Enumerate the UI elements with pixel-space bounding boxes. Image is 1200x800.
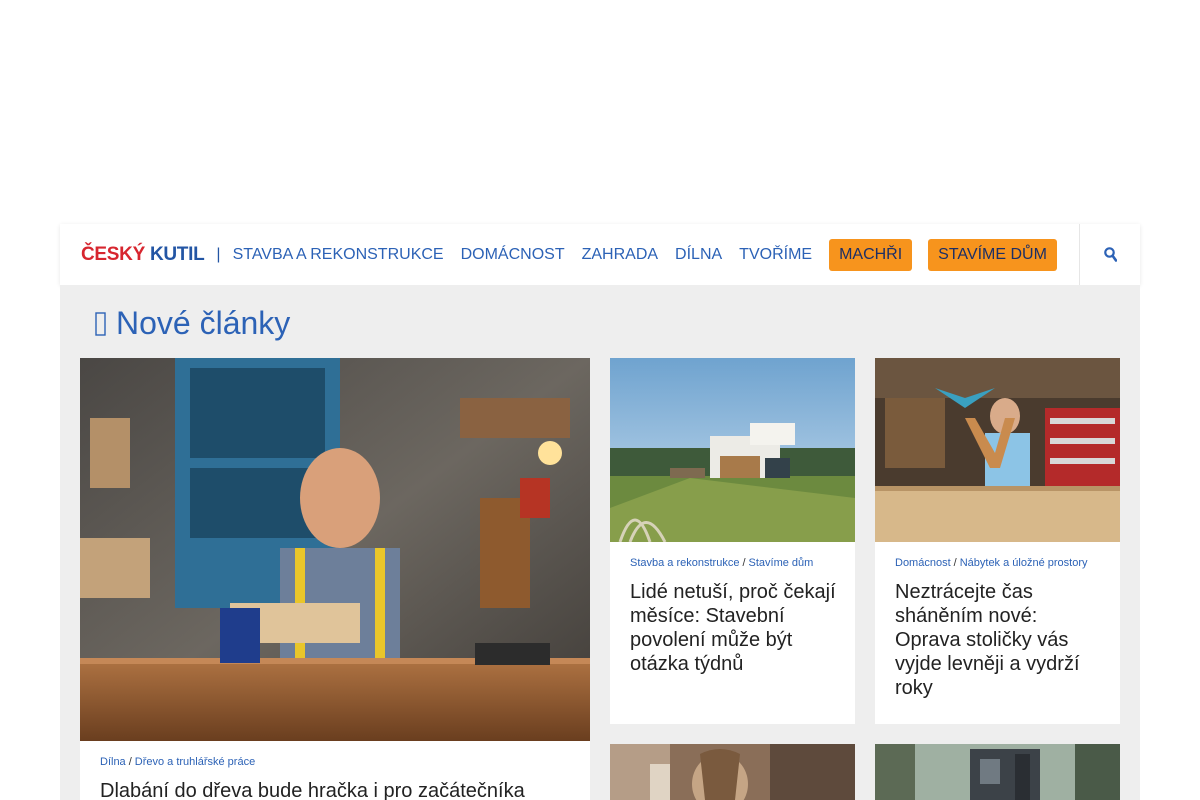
article-categories: Dílna / Dřevo a truhlářské práce — [100, 756, 256, 768]
article-card[interactable] — [610, 744, 855, 800]
category-link[interactable]: Dílna — [100, 756, 126, 768]
search-button[interactable] — [1079, 224, 1140, 285]
subcategory-link[interactable]: Nábytek a úložné prostory — [960, 557, 1088, 569]
nav-separator: | — [216, 245, 221, 263]
category-link[interactable]: Stavba a rekonstrukce — [630, 557, 739, 569]
woman-workshop-chair-photo[interactable] — [875, 358, 1120, 542]
article-card[interactable]: Domácnost / Nábytek a úložné prostory Nezt… — [875, 358, 1120, 724]
search-icon — [1103, 247, 1117, 262]
modern-house-photo[interactable] — [610, 358, 855, 542]
nav-link-stavba[interactable]: STAVBA A REKONSTRUKCE — [233, 246, 444, 264]
nav-button-stavime-dum[interactable]: STAVÍME DŮM — [928, 238, 1057, 271]
nav-link-tvorime[interactable]: TVOŘÍME — [739, 246, 812, 264]
nav-menu: STAVBA A REKONSTRUKCE DOMÁCNOST ZAHRADA … — [233, 224, 1076, 285]
section-heading: Nové články — [95, 305, 290, 342]
nav-button-machri[interactable]: MACHŘI — [829, 238, 913, 271]
nav-link-domacnost[interactable]: DOMÁCNOST — [461, 246, 565, 264]
article-title[interactable]: Dlabání do dřeva bude hračka i pro začát… — [100, 779, 580, 800]
workshop-man-photo[interactable] — [80, 358, 590, 741]
subcategory-link[interactable]: Dřevo a truhlářské práce — [135, 756, 255, 768]
article-card[interactable]: Stavba a rekonstrukce / Stavíme dům Lidé n… — [610, 358, 855, 724]
article-categories: Domácnost / Nábytek a úložné prostory — [895, 557, 1088, 569]
article-title[interactable]: Lidé netuší, proč čekají měsíce: Stavebn… — [630, 580, 842, 676]
nav-link-zahrada[interactable]: ZAHRADA — [582, 246, 658, 264]
woman-braid-photo[interactable] — [610, 744, 855, 800]
nav-link-dilna[interactable]: DÍLNA — [675, 246, 722, 264]
main-navbar: ČESKÝ KUTIL | STAVBA A REKONSTRUKCE DOMÁ… — [60, 224, 1140, 285]
forest-machine-photo[interactable] — [875, 744, 1120, 800]
article-card-featured[interactable]: Dílna / Dřevo a truhlářské práce Dlabání d… — [80, 358, 590, 800]
logo-text-cesky: ČESKÝ — [81, 243, 145, 265]
section-title: Nové články — [116, 305, 291, 341]
site-logo[interactable]: ČESKÝ KUTIL — [81, 243, 205, 266]
category-link[interactable]: Domácnost — [895, 557, 951, 569]
ad-space — [0, 0, 1200, 224]
article-card[interactable] — [875, 744, 1120, 800]
article-categories: Stavba a rekonstrukce / Stavíme dům — [630, 557, 814, 569]
logo-text-kutil: KUTIL — [149, 243, 205, 265]
clock-icon — [95, 310, 106, 338]
subcategory-link[interactable]: Stavíme dům — [749, 557, 814, 569]
article-title[interactable]: Neztrácejte čas sháněním nové: Oprava st… — [895, 580, 1107, 700]
